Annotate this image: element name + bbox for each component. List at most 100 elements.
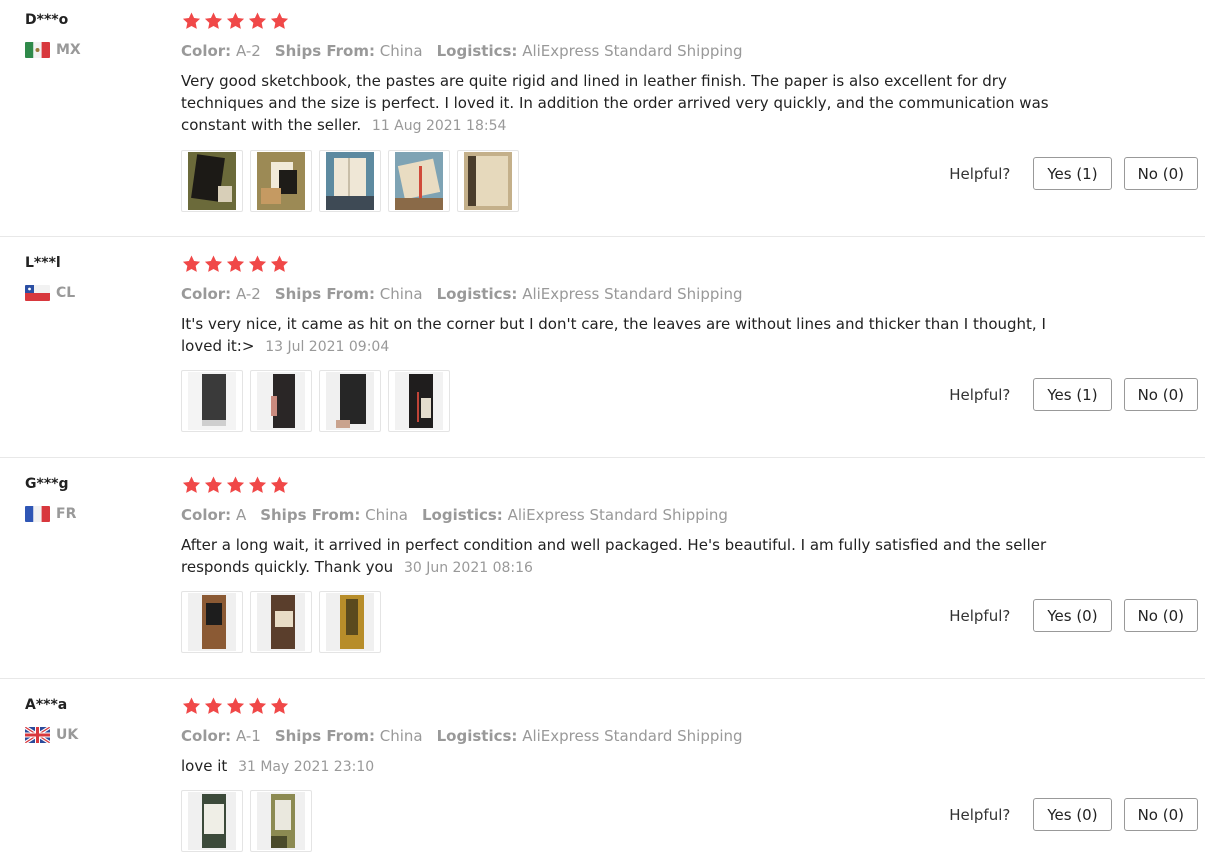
review-photos [181, 150, 519, 212]
helpful-label: Helpful? [949, 385, 1011, 404]
review-photo-thumbnail[interactable] [388, 370, 450, 432]
ships-from-label: Ships From: [260, 506, 361, 524]
helpful-section: Helpful? Yes (1) No (0) [949, 157, 1198, 190]
review-date: 13 Jul 2021 09:04 [265, 339, 390, 355]
star-icon [226, 12, 245, 29]
helpful-section: Helpful? Yes (0) No (0) [949, 798, 1198, 831]
review-photo-thumbnail[interactable] [319, 150, 381, 212]
reviewer-name: A***a [25, 697, 68, 713]
logistics-label: Logistics: [436, 42, 518, 60]
country-code: MX [56, 42, 81, 58]
review-photo-thumbnail[interactable] [181, 150, 243, 212]
helpful-no-button[interactable]: No (0) [1123, 798, 1198, 831]
logistics-value: AliExpress Standard Shipping [507, 506, 728, 524]
color-value: A [235, 506, 247, 524]
color-label: Color: [181, 42, 232, 60]
country-code: CL [56, 285, 76, 301]
reviewer-country: FR [25, 506, 76, 522]
review-text-block: After a long wait, it arrived in perfect… [181, 534, 1061, 579]
ships-from-label: Ships From: [274, 727, 375, 745]
review-item: D***o MX Color: A-2 Ships From: China Logi… [0, 0, 1205, 237]
logistics-label: Logistics: [436, 727, 518, 745]
review-meta: Color: A-2 Ships From: China Logistics: Al… [181, 40, 1211, 62]
review-photo-thumbnail[interactable] [181, 370, 243, 432]
helpful-yes-button[interactable]: Yes (0) [1033, 798, 1112, 831]
helpful-no-button[interactable]: No (0) [1123, 599, 1198, 632]
country-code: UK [56, 727, 79, 743]
color-label: Color: [181, 727, 232, 745]
helpful-label: Helpful? [949, 805, 1011, 824]
logistics-value: AliExpress Standard Shipping [522, 285, 743, 303]
review-photo-thumbnail[interactable] [319, 591, 381, 653]
reviewer-info: D***o MX [25, 10, 81, 58]
uk-flag-icon [25, 727, 50, 743]
ships-from-label: Ships From: [274, 42, 375, 60]
helpful-no-button[interactable]: No (0) [1123, 378, 1198, 411]
ships-from-value: China [379, 727, 423, 745]
review-item: G***g FR Color: A Ships From: China Logist… [0, 458, 1205, 679]
review-meta: Color: A-2 Ships From: China Logistics: Al… [181, 283, 1211, 305]
reviewer-name: G***g [25, 476, 69, 492]
star-icon [182, 697, 201, 714]
star-icon [226, 255, 245, 272]
mexico-flag-icon [25, 42, 50, 58]
reviewer-info: G***g FR [25, 474, 76, 522]
star-icon [182, 255, 201, 272]
review-meta: Color: A-1 Ships From: China Logistics: Al… [181, 725, 1211, 747]
review-photo-thumbnail[interactable] [388, 150, 450, 212]
helpful-yes-button[interactable]: Yes (1) [1033, 378, 1112, 411]
helpful-label: Helpful? [949, 164, 1011, 183]
star-rating [181, 10, 1211, 32]
star-icon [248, 697, 267, 714]
star-rating [181, 253, 1211, 275]
review-photo-thumbnail[interactable] [181, 790, 243, 852]
review-text-block: Very good sketchbook, the pastes are qui… [181, 70, 1061, 137]
review-item: A***a UK Color: A-1 Ships From: China Logi… [0, 679, 1205, 856]
logistics-value: AliExpress Standard Shipping [522, 42, 743, 60]
helpful-no-button[interactable]: No (0) [1123, 157, 1198, 190]
helpful-yes-button[interactable]: Yes (1) [1033, 157, 1112, 190]
review-text: love it [181, 757, 228, 775]
helpful-yes-button[interactable]: Yes (0) [1033, 599, 1112, 632]
review-photo-thumbnail[interactable] [319, 370, 381, 432]
review-photo-thumbnail[interactable] [181, 591, 243, 653]
review-photo-thumbnail[interactable] [250, 790, 312, 852]
france-flag-icon [25, 506, 50, 522]
review-photo-thumbnail[interactable] [250, 150, 312, 212]
star-icon [270, 12, 289, 29]
star-icon [204, 697, 223, 714]
star-icon [226, 697, 245, 714]
star-icon [182, 476, 201, 493]
review-date: 11 Aug 2021 18:54 [371, 118, 507, 134]
review-text: Very good sketchbook, the pastes are qui… [181, 72, 1049, 134]
color-value: A-2 [235, 42, 261, 60]
review-photo-thumbnail[interactable] [457, 150, 519, 212]
review-photo-thumbnail[interactable] [250, 370, 312, 432]
helpful-section: Helpful? Yes (1) No (0) [949, 378, 1198, 411]
color-value: A-2 [235, 285, 261, 303]
star-icon [204, 476, 223, 493]
review-meta: Color: A Ships From: China Logistics: AliE… [181, 504, 1211, 526]
star-icon [270, 255, 289, 272]
review-text-block: love it 31 May 2021 23:10 [181, 755, 1061, 778]
helpful-section: Helpful? Yes (0) No (0) [949, 599, 1198, 632]
chile-flag-icon [25, 285, 50, 301]
star-icon [204, 255, 223, 272]
star-icon [226, 476, 245, 493]
review-text-block: It's very nice, it came as hit on the co… [181, 313, 1061, 358]
country-code: FR [56, 506, 77, 522]
color-label: Color: [181, 285, 232, 303]
star-icon [204, 12, 223, 29]
review-item: L***l CL Color: A-2 Ships From: China Logi… [0, 237, 1205, 458]
star-rating [181, 474, 1211, 496]
review-date: 31 May 2021 23:10 [238, 759, 375, 775]
logistics-label: Logistics: [436, 285, 518, 303]
reviewer-country: CL [25, 285, 75, 301]
review-photo-thumbnail[interactable] [250, 591, 312, 653]
ships-from-value: China [379, 42, 423, 60]
star-rating [181, 695, 1211, 717]
reviewer-name: L***l [25, 255, 61, 271]
ships-from-value: China [365, 506, 408, 524]
star-icon [248, 12, 267, 29]
star-icon [270, 697, 289, 714]
